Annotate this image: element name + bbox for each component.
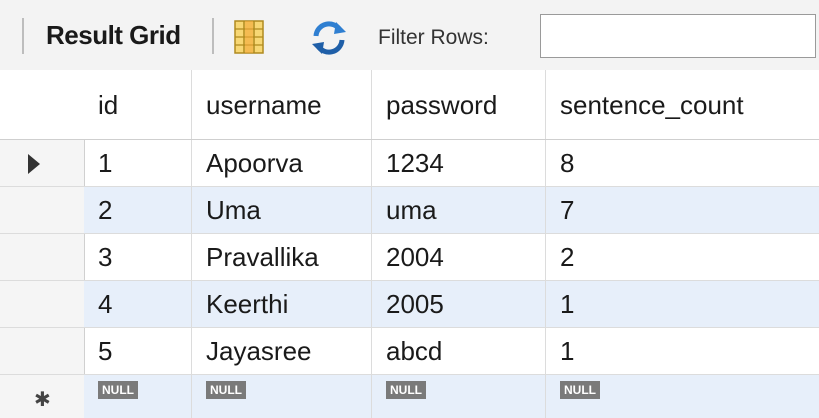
column-header-password[interactable]: password <box>372 70 546 139</box>
null-badge: NULL <box>386 381 426 399</box>
cell-password[interactable]: uma <box>372 187 546 233</box>
current-row-pointer-icon <box>28 154 40 174</box>
table-row[interactable]: 3 Pravallika 2004 2 <box>0 234 819 281</box>
cell-username[interactable]: Pravallika <box>192 234 372 280</box>
column-header-id[interactable]: id <box>84 70 192 139</box>
column-header-username[interactable]: username <box>192 70 372 139</box>
result-grid-title: Result Grid <box>46 20 181 50</box>
cell-id[interactable]: 5 <box>84 328 192 374</box>
cell-password[interactable]: NULL <box>372 375 546 418</box>
cell-sentence-count[interactable]: 7 <box>546 187 819 233</box>
cell-sentence-count[interactable]: 2 <box>546 234 819 280</box>
toolbar-separator <box>212 18 214 54</box>
null-badge: NULL <box>560 381 600 399</box>
null-badge: NULL <box>206 381 246 399</box>
form-editor-icon[interactable] <box>234 20 264 54</box>
result-grid-toolbar: Result Grid Filter Rows: <box>0 0 819 71</box>
cell-username[interactable]: Jayasree <box>192 328 372 374</box>
new-row[interactable]: ✱ NULL NULL NULL NULL <box>0 375 819 418</box>
cell-sentence-count[interactable]: 8 <box>546 140 819 186</box>
result-grid: id username password sentence_count 1 Ap… <box>0 70 819 418</box>
cell-sentence-count[interactable]: 1 <box>546 281 819 327</box>
filter-rows-label: Filter Rows: <box>378 26 489 49</box>
grid-header: id username password sentence_count <box>0 70 819 140</box>
cell-username[interactable]: Apoorva <box>192 140 372 186</box>
cell-id[interactable]: NULL <box>84 375 192 418</box>
new-row-asterisk-icon: ✱ <box>34 389 51 411</box>
cell-password[interactable]: 2004 <box>372 234 546 280</box>
cell-username[interactable]: NULL <box>192 375 372 418</box>
cell-username[interactable]: Keerthi <box>192 281 372 327</box>
cell-username[interactable]: Uma <box>192 187 372 233</box>
table-row[interactable]: 5 Jayasree abcd 1 <box>0 328 819 375</box>
cell-id[interactable]: 1 <box>84 140 192 186</box>
toolbar-separator <box>22 18 24 54</box>
table-row[interactable]: 2 Uma uma 7 <box>0 187 819 234</box>
refresh-icon[interactable] <box>308 18 350 58</box>
cell-password[interactable]: 2005 <box>372 281 546 327</box>
cell-id[interactable]: 3 <box>84 234 192 280</box>
cell-password[interactable]: 1234 <box>372 140 546 186</box>
cell-password[interactable]: abcd <box>372 328 546 374</box>
table-row[interactable]: 1 Apoorva 1234 8 <box>0 140 819 187</box>
cell-sentence-count[interactable]: 1 <box>546 328 819 374</box>
column-header-sentence-count[interactable]: sentence_count <box>546 70 819 139</box>
cell-id[interactable]: 2 <box>84 187 192 233</box>
null-badge: NULL <box>98 381 138 399</box>
cell-id[interactable]: 4 <box>84 281 192 327</box>
table-row[interactable]: 4 Keerthi 2005 1 <box>0 281 819 328</box>
filter-rows-input[interactable] <box>540 14 816 58</box>
cell-sentence-count[interactable]: NULL <box>546 375 819 418</box>
